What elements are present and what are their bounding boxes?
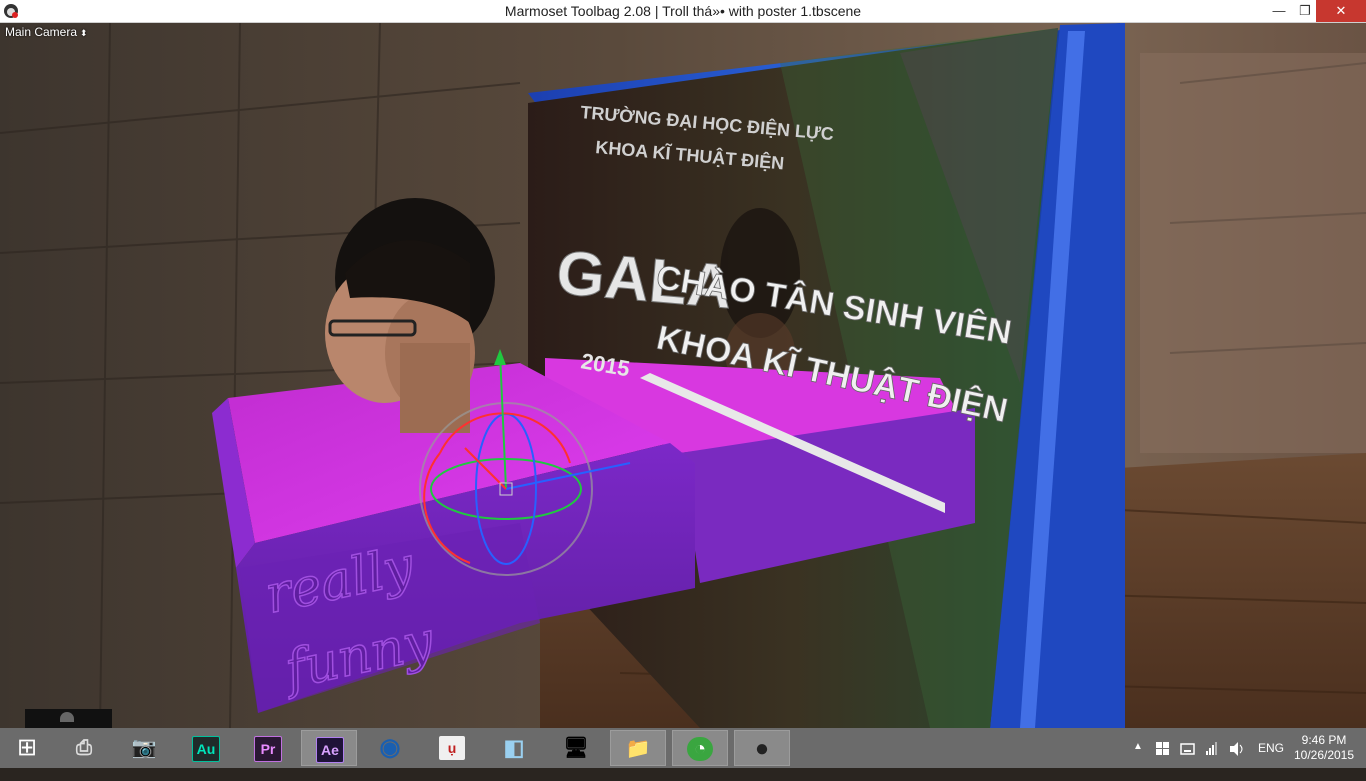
action-center-icon xyxy=(1156,742,1169,755)
camera-dropdown-arrows-icon: ⬍ xyxy=(80,28,88,38)
clock-time: 9:46 PM xyxy=(1301,733,1347,747)
camera-icon: 📷 xyxy=(131,737,157,759)
taskbar-coccoc[interactable]: ◔ xyxy=(672,730,728,766)
clock-date: 10/26/2015 xyxy=(1293,748,1355,762)
taskbar-audition[interactable]: Au xyxy=(178,730,234,766)
taskbar-unikey[interactable]: ụ xyxy=(425,730,481,766)
taskbar-after-effects[interactable]: Ae xyxy=(301,730,357,766)
coccoc-icon: ◔ xyxy=(687,737,713,761)
language-indicator[interactable]: ENG xyxy=(1258,741,1284,781)
after-effects-icon: Ae xyxy=(316,737,344,763)
nav-arc-icon xyxy=(60,712,74,722)
tray-overflow-button[interactable]: ▲ xyxy=(1133,741,1143,781)
scene-render: TRƯỜNG ĐẠI HỌC ĐIỆN LỰC KHOA KĨ THUẬT ĐI… xyxy=(0,23,1366,728)
camera-selector[interactable]: Main Camera ⬍ xyxy=(5,25,88,39)
camera-label: Main Camera xyxy=(5,25,78,39)
premiere-icon: Pr xyxy=(254,736,282,762)
taskbar-scanner[interactable]: ⎙ xyxy=(57,730,113,766)
taskbar-remote-desktop[interactable]: 🖥 xyxy=(549,730,605,766)
windows-logo-icon: ⊞ xyxy=(16,734,38,761)
remote-desktop-icon: 🖥 xyxy=(563,737,589,759)
folder-icon: 📁 xyxy=(625,738,651,760)
taskbar-notes[interactable]: ◧ xyxy=(487,730,543,766)
cinema4d-icon: ◉ xyxy=(379,734,401,761)
3d-viewport[interactable]: TRƯỜNG ĐẠI HỌC ĐIỆN LỰC KHOA KĨ THUẬT ĐI… xyxy=(0,23,1366,728)
taskbar-cinema4d[interactable]: ◉ xyxy=(363,730,419,766)
audition-icon: Au xyxy=(192,736,220,762)
keyboard-icon xyxy=(1180,743,1195,755)
network-signal-icon xyxy=(1206,742,1217,755)
viewport-nav-widget[interactable] xyxy=(25,709,112,728)
scanner-icon: ⎙ xyxy=(76,737,92,759)
close-button[interactable]: ✕ xyxy=(1316,0,1366,22)
volume-icon xyxy=(1230,742,1243,756)
tray-icons xyxy=(1156,742,1243,756)
notes-icon: ◧ xyxy=(503,735,525,760)
marmoset-icon: ● xyxy=(754,735,770,762)
system-clock[interactable]: 9:46 PM 10/26/2015 xyxy=(1288,733,1360,763)
taskbar-camera[interactable]: 📷 xyxy=(117,730,173,766)
right-wall xyxy=(1140,53,1366,453)
title-bar: Marmoset Toolbag 2.08 | Troll thá»• with… xyxy=(0,0,1366,23)
window-title: Marmoset Toolbag 2.08 | Troll thá»• with… xyxy=(504,3,862,19)
taskbar-file-explorer[interactable]: 📁 xyxy=(610,730,666,766)
taskbar-marmoset[interactable]: ● xyxy=(734,730,790,766)
unikey-icon: ụ xyxy=(439,736,465,760)
taskbar-premiere[interactable]: Pr xyxy=(240,730,296,766)
start-button[interactable]: ⊞ xyxy=(0,730,56,766)
